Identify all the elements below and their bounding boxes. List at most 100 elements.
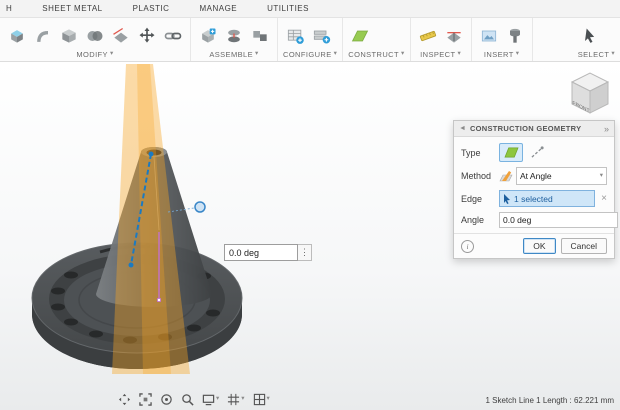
configure-icons — [283, 21, 337, 50]
type-axis-button[interactable] — [525, 143, 549, 162]
edge-label: Edge — [461, 194, 499, 204]
viewcube[interactable]: FRONT — [566, 66, 614, 116]
caret-down-icon: ▾ — [611, 51, 615, 58]
split-body-icon[interactable] — [109, 24, 133, 48]
type-label: Type — [461, 148, 499, 158]
edge-selected-count: 1 selected — [514, 194, 553, 204]
caret-down-icon: ▾ — [334, 51, 338, 58]
modify-menu-label: MODIFY — [76, 50, 108, 59]
caret-down-icon: ▾ — [516, 51, 520, 58]
toolbar: MODIFY ▾ ASSEMBLE ▾ CONFIGURE ▾ CONSTRUC… — [0, 18, 620, 62]
new-component-icon[interactable] — [196, 24, 220, 48]
zoom-icon[interactable] — [181, 393, 194, 406]
menubar: H SHEET METAL PLASTIC MANAGE UTILITIES — [0, 0, 620, 18]
angle-float-editor: ⋮ — [224, 244, 312, 261]
viewports-icon — [253, 393, 266, 406]
dialog-header[interactable]: ◄ CONSTRUCTION GEOMETRY » — [454, 121, 614, 137]
caret-down-icon: ▾ — [110, 51, 114, 58]
insert-fastener-icon[interactable] — [503, 24, 527, 48]
modify-menu-button[interactable]: MODIFY ▾ — [5, 50, 185, 59]
toolbar-group-modify: MODIFY ▾ — [0, 18, 191, 61]
shell-icon[interactable] — [57, 24, 81, 48]
toolbar-group-assemble: ASSEMBLE ▾ — [191, 18, 278, 61]
insert-canvas-icon[interactable] — [477, 24, 501, 48]
insert-menu-button[interactable]: INSERT ▾ — [477, 50, 527, 59]
configuration-table-icon[interactable] — [283, 24, 307, 48]
display-settings-icon — [202, 393, 215, 406]
angle-options-menu-icon[interactable]: ⋮ — [298, 244, 312, 261]
measure-icon[interactable] — [416, 24, 440, 48]
type-plane-button[interactable] — [499, 143, 523, 162]
navigation-bar: ▾ ▾ ▾ — [118, 393, 270, 406]
ok-button[interactable]: OK — [523, 238, 555, 254]
caret-down-icon: ▾ — [241, 396, 244, 403]
cancel-button[interactable]: Cancel — [561, 238, 607, 254]
edge-row: Edge 1 selected × — [461, 190, 607, 207]
canvas-angle-input[interactable] — [224, 244, 298, 261]
configure-menu-label: CONFIGURE — [283, 50, 332, 59]
align-link-icon[interactable] — [161, 24, 185, 48]
tab-manage[interactable]: MANAGE — [197, 3, 239, 14]
caret-down-icon: ▾ — [255, 51, 259, 58]
dialog-expand-icon[interactable]: » — [604, 124, 609, 134]
construct-menu-button[interactable]: CONSTRUCT ▾ — [348, 50, 404, 59]
tab-utilities[interactable]: UTILITIES — [265, 3, 311, 14]
assemble-menu-button[interactable]: ASSEMBLE ▾ — [196, 50, 272, 59]
type-row: Type — [461, 143, 607, 162]
dialog-body: Type Method At Angle ▾ Edge — [454, 137, 614, 233]
fillet-icon[interactable] — [31, 24, 55, 48]
configure-menu-button[interactable]: CONFIGURE ▾ — [283, 50, 337, 59]
3d-model-scene[interactable] — [0, 62, 470, 410]
at-angle-method-icon — [499, 169, 513, 183]
rigid-group-icon[interactable] — [248, 24, 272, 48]
selection-status-text: 1 Sketch Line 1 Length : 62.221 mm — [485, 396, 614, 405]
modify-icons — [5, 21, 185, 50]
inspect-menu-label: INSPECT — [420, 50, 455, 59]
caret-down-icon: ▾ — [457, 51, 461, 58]
edge-selection-chip[interactable]: 1 selected — [499, 190, 595, 207]
angle-value-input[interactable] — [499, 212, 618, 228]
toolbar-group-construct: CONSTRUCT ▾ — [343, 18, 410, 61]
dialog-collapse-icon[interactable]: ◄ — [459, 125, 466, 132]
viewports-button[interactable]: ▾ — [253, 393, 270, 406]
orbit-icon[interactable] — [160, 393, 173, 406]
selection-cursor-icon — [503, 194, 511, 204]
select-cursor-icon[interactable] — [578, 24, 602, 48]
section-analysis-icon[interactable] — [442, 24, 466, 48]
inspect-icons — [416, 21, 466, 50]
caret-down-icon: ▾ — [267, 396, 270, 403]
display-settings-button[interactable]: ▾ — [202, 393, 219, 406]
insert-menu-label: INSERT — [484, 50, 514, 59]
method-selected-value: At Angle — [520, 171, 597, 181]
inspect-menu-button[interactable]: INSPECT ▾ — [416, 50, 466, 59]
viewport-canvas[interactable]: ⋮ FRONT ◄ CONSTRUCTION GEOMETRY » Type — [0, 62, 620, 410]
caret-down-icon: ▾ — [216, 396, 219, 403]
method-select[interactable]: At Angle ▾ — [516, 167, 607, 185]
combine-icon[interactable] — [83, 24, 107, 48]
clear-selection-icon[interactable]: × — [601, 194, 607, 204]
fit-view-icon[interactable] — [139, 393, 152, 406]
tab-sheet-metal[interactable]: SHEET METAL — [40, 3, 104, 14]
dialog-title: CONSTRUCTION GEOMETRY — [470, 124, 600, 133]
add-configuration-icon[interactable] — [309, 24, 333, 48]
press-pull-icon[interactable] — [5, 24, 29, 48]
joint-icon[interactable] — [222, 24, 246, 48]
select-menu-label: SELECT — [578, 50, 610, 59]
toolbar-group-select: SELECT ▾ — [573, 18, 620, 61]
toolbar-group-configure: CONFIGURE ▾ — [278, 18, 343, 61]
construct-icons — [348, 21, 404, 50]
tab-fragment[interactable]: H — [4, 3, 14, 14]
select-menu-button[interactable]: SELECT ▾ — [578, 50, 615, 59]
info-icon[interactable]: i — [461, 240, 474, 253]
construct-menu-label: CONSTRUCT — [348, 50, 399, 59]
caret-down-icon: ▾ — [401, 51, 405, 58]
grid-icon — [227, 393, 240, 406]
caret-down-icon: ▾ — [600, 173, 603, 180]
toolbar-group-inspect: INSPECT ▾ — [411, 18, 472, 61]
tab-plastic[interactable]: PLASTIC — [131, 3, 172, 14]
construction-plane-icon[interactable] — [348, 24, 372, 48]
move-copy-icon[interactable] — [135, 24, 159, 48]
insert-icons — [477, 21, 527, 50]
pan-icon[interactable] — [118, 393, 131, 406]
grid-and-snaps-button[interactable]: ▾ — [227, 393, 244, 406]
